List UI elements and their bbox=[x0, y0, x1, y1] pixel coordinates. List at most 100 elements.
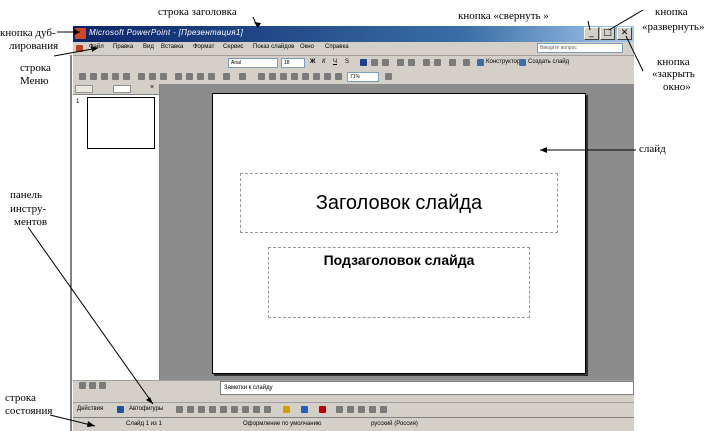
arrow-icon[interactable] bbox=[187, 406, 194, 413]
zoom-combo[interactable]: 71% bbox=[347, 72, 379, 82]
dash-style-icon[interactable] bbox=[347, 406, 354, 413]
status-design: Оформление по умолчанию bbox=[243, 421, 322, 427]
textbox-icon[interactable] bbox=[220, 406, 227, 413]
show-formatting-icon[interactable] bbox=[313, 73, 320, 80]
expand-icon[interactable] bbox=[302, 73, 309, 80]
insert-table-icon[interactable] bbox=[269, 73, 276, 80]
numbering-icon[interactable] bbox=[397, 59, 404, 66]
line-color-icon[interactable] bbox=[301, 406, 308, 413]
designer-button[interactable]: Конструктор bbox=[486, 59, 520, 65]
close-button[interactable]: ✕ bbox=[617, 27, 632, 40]
shadow-button[interactable]: S bbox=[345, 59, 349, 65]
pane-tabs: × bbox=[73, 84, 159, 95]
picture-icon[interactable] bbox=[264, 406, 271, 413]
title-placeholder[interactable]: Заголовок слайда bbox=[240, 173, 558, 233]
minimize-button[interactable]: _ bbox=[584, 27, 599, 40]
bullets-icon[interactable] bbox=[408, 59, 415, 66]
tab-slides[interactable] bbox=[113, 85, 131, 93]
menu-view[interactable]: Вид bbox=[143, 44, 154, 50]
notes-pane[interactable]: Заметки к слайду bbox=[220, 381, 634, 395]
slide[interactable]: Заголовок слайда Подзаголовок слайда bbox=[212, 93, 586, 374]
designer-icon[interactable] bbox=[477, 59, 484, 66]
diagram-icon[interactable] bbox=[242, 406, 249, 413]
pane-close-icon[interactable]: × bbox=[150, 84, 154, 91]
slide-thumbnail[interactable] bbox=[87, 97, 155, 149]
new-slide-button[interactable]: Создать слайд bbox=[528, 59, 569, 65]
wordart-icon[interactable] bbox=[231, 406, 238, 413]
annotation-status-1: строка bbox=[5, 392, 36, 404]
shadow-style-icon[interactable] bbox=[369, 406, 376, 413]
undo-icon[interactable] bbox=[223, 73, 230, 80]
redo-icon[interactable] bbox=[239, 73, 246, 80]
document-icon[interactable] bbox=[76, 45, 83, 52]
status-language: русский (Россия) bbox=[371, 421, 418, 427]
print-icon[interactable] bbox=[138, 73, 145, 80]
tables-borders-icon[interactable] bbox=[280, 73, 287, 80]
rectangle-icon[interactable] bbox=[198, 406, 205, 413]
font-size-combo[interactable]: 18 bbox=[281, 58, 305, 68]
decrease-indent-icon[interactable] bbox=[423, 59, 430, 66]
help-icon[interactable] bbox=[385, 73, 392, 80]
copy-icon[interactable] bbox=[186, 73, 193, 80]
tab-outline[interactable] bbox=[75, 85, 93, 93]
insert-chart-icon[interactable] bbox=[258, 73, 265, 80]
clipart-icon[interactable] bbox=[253, 406, 260, 413]
oval-icon[interactable] bbox=[209, 406, 216, 413]
permission-icon[interactable] bbox=[112, 73, 119, 80]
grid-icon[interactable] bbox=[324, 73, 331, 80]
print-preview-icon[interactable] bbox=[149, 73, 156, 80]
menu-file[interactable]: Файл bbox=[89, 44, 104, 50]
actions-menu[interactable]: Действия bbox=[77, 406, 103, 412]
subtitle-placeholder[interactable]: Подзаголовок слайда bbox=[268, 247, 530, 318]
title-bar[interactable]: Microsoft PowerPoint - [Презентация1] _ … bbox=[73, 26, 634, 42]
underline-button[interactable]: Ч bbox=[333, 59, 337, 65]
new-slide-icon[interactable] bbox=[519, 59, 526, 66]
menu-help[interactable]: Справка bbox=[325, 44, 349, 50]
slideshow-view-icon[interactable] bbox=[99, 382, 106, 389]
menu-edit[interactable]: Правка bbox=[113, 44, 133, 50]
font-color-draw-icon[interactable] bbox=[319, 406, 326, 413]
3d-style-icon[interactable] bbox=[380, 406, 387, 413]
new-document-icon[interactable] bbox=[79, 73, 86, 80]
menu-slideshow[interactable]: Показ слайдов bbox=[253, 44, 294, 50]
align-right-icon[interactable] bbox=[382, 59, 389, 66]
spelling-icon[interactable] bbox=[160, 73, 167, 80]
increase-indent-icon[interactable] bbox=[434, 59, 441, 66]
email-icon[interactable] bbox=[123, 73, 130, 80]
menu-tools[interactable]: Сервис bbox=[223, 44, 244, 50]
paste-icon[interactable] bbox=[197, 73, 204, 80]
arrow-style-icon[interactable] bbox=[358, 406, 365, 413]
save-icon[interactable] bbox=[101, 73, 108, 80]
maximize-button[interactable]: □ bbox=[600, 27, 615, 40]
font-color-icon[interactable] bbox=[463, 59, 470, 66]
bold-button[interactable]: Ж bbox=[310, 59, 315, 65]
normal-view-icon[interactable] bbox=[79, 382, 86, 389]
menu-format[interactable]: Формат bbox=[193, 44, 214, 50]
powerpoint-app-icon[interactable] bbox=[75, 28, 86, 39]
annotation-maximize-1: кнопка bbox=[655, 6, 688, 18]
annotation-dup-button-1: кнопка дуб- bbox=[0, 27, 56, 39]
select-arrow-icon[interactable] bbox=[117, 406, 124, 413]
italic-button[interactable]: К bbox=[322, 59, 326, 65]
annotation-minimize: кнопка «свернуть » bbox=[458, 10, 549, 22]
line-icon[interactable] bbox=[176, 406, 183, 413]
format-painter-icon[interactable] bbox=[208, 73, 215, 80]
line-style-icon[interactable] bbox=[336, 406, 343, 413]
autoshapes-menu[interactable]: Автофигуры bbox=[129, 406, 163, 412]
menu-window[interactable]: Окно bbox=[300, 44, 314, 50]
insert-picture-icon[interactable] bbox=[291, 73, 298, 80]
formatting-toolbar: Arial 18 Ж К Ч S Конструктор Создать сла… bbox=[73, 56, 634, 71]
font-combo[interactable]: Arial bbox=[228, 58, 278, 68]
menu-insert[interactable]: Вставка bbox=[161, 44, 183, 50]
open-icon[interactable] bbox=[90, 73, 97, 80]
fill-color-icon[interactable] bbox=[283, 406, 290, 413]
sorter-view-icon[interactable] bbox=[89, 382, 96, 389]
help-search-input[interactable]: Введите вопрос bbox=[537, 43, 623, 53]
slide-workarea: Заголовок слайда Подзаголовок слайда bbox=[160, 84, 634, 380]
align-center-icon[interactable] bbox=[371, 59, 378, 66]
color-grayscale-icon[interactable] bbox=[335, 73, 342, 80]
cut-icon[interactable] bbox=[175, 73, 182, 80]
annotation-close-1: кнопка bbox=[657, 56, 690, 68]
align-left-icon[interactable] bbox=[360, 59, 367, 66]
grow-font-icon[interactable] bbox=[449, 59, 456, 66]
